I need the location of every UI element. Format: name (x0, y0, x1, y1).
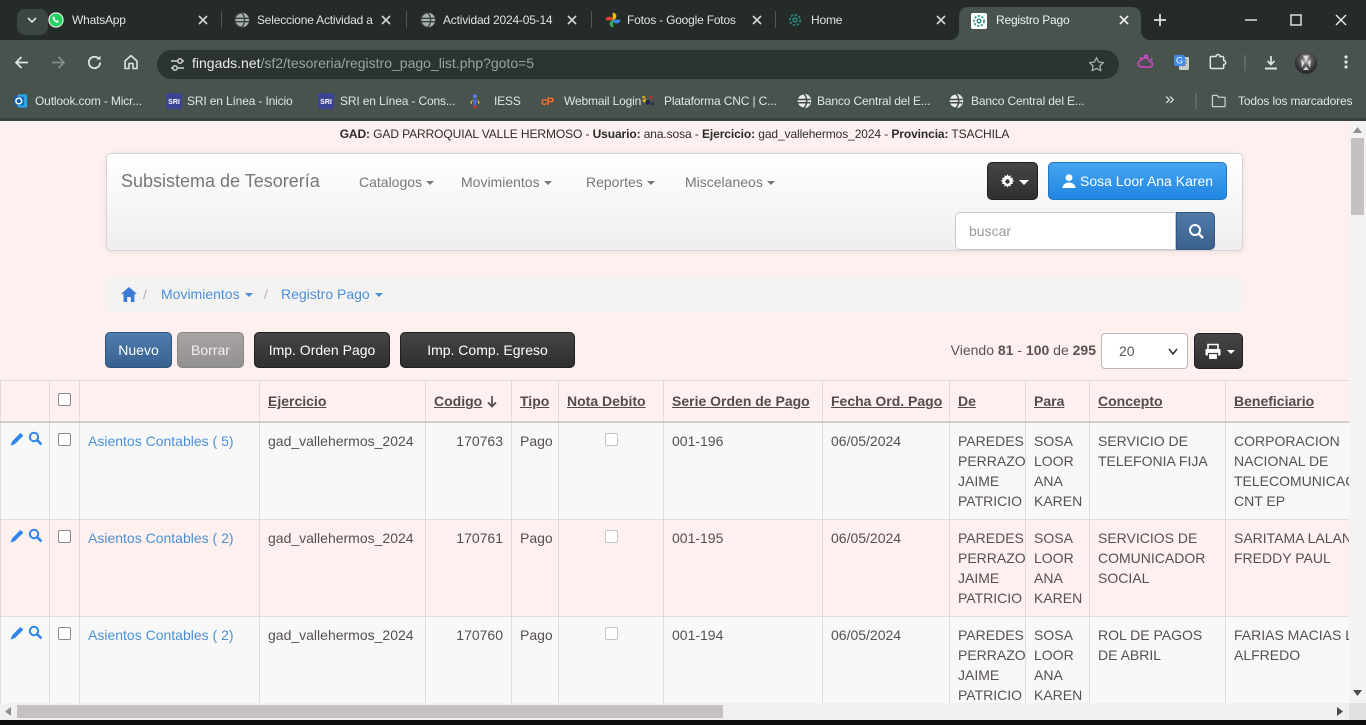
svg-text:P: P (547, 96, 555, 108)
svg-text:SRI: SRI (168, 99, 180, 106)
svg-text:G: G (1176, 56, 1183, 66)
svg-text:SRI: SRI (320, 99, 332, 106)
